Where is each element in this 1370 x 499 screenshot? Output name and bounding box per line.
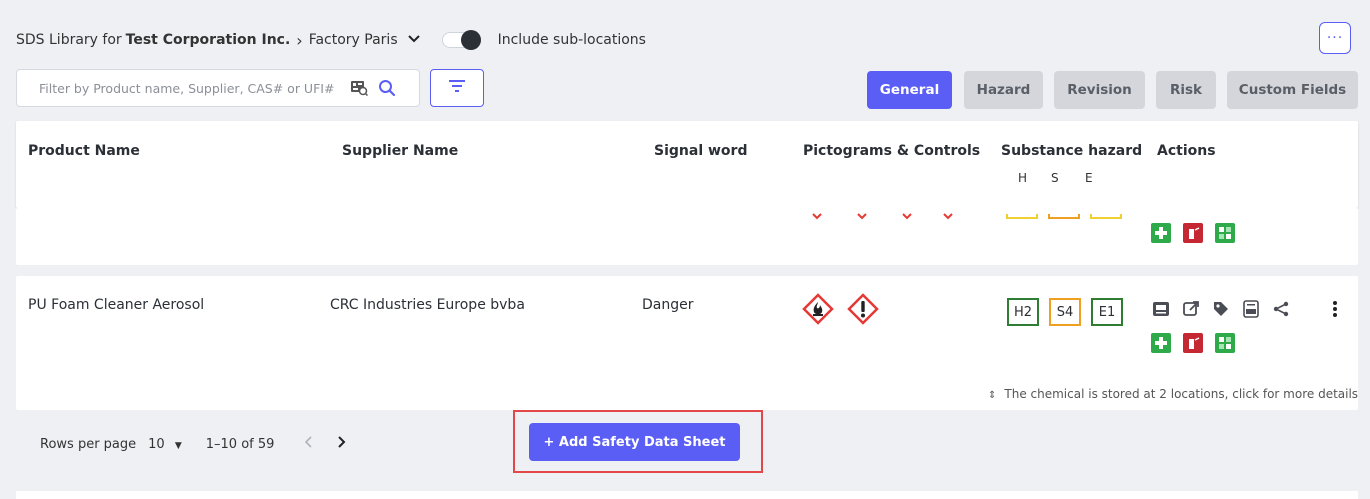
breadcrumb-prefix: SDS Library for [16,32,122,48]
safety-hazard-badge[interactable]: S4 [1049,298,1081,326]
search-input[interactable]: Filter by Product name, Supplier, CAS# o… [16,69,420,107]
tab-revision[interactable]: Revision [1054,71,1145,109]
location-selector[interactable]: Factory Paris [309,32,398,48]
sort-arrows-icon: ⇕ [988,390,997,401]
view-sds-icon[interactable] [1152,300,1170,318]
more-options-button[interactable]: ··· [1319,22,1351,54]
filter-button[interactable] [430,69,484,107]
table-row[interactable] [16,208,1358,265]
breadcrumb-company: Test Corporation Inc. [125,32,291,48]
column-substance-hazard[interactable]: Substance hazard [1001,143,1142,159]
pagination-range: 1–10 of 59 [205,436,275,452]
search-placeholder: Filter by Product name, Supplier, CAS# o… [39,80,335,96]
filter-lines-icon [448,79,466,97]
first-aid-icon[interactable] [1151,223,1171,243]
tab-hazard[interactable]: Hazard [964,71,1043,109]
share-icon[interactable] [1272,300,1290,318]
substance-sub-s: S [1051,171,1059,185]
breadcrumb-separator-icon: › [296,30,303,50]
fire-extinguisher-icon[interactable] [1183,223,1203,243]
next-page-icon[interactable] [336,436,346,452]
stored-locations-text: The chemical is stored at 2 locations, c… [1004,387,1359,401]
add-safety-data-sheet-button[interactable]: + Add Safety Data Sheet [529,423,740,461]
search-icon[interactable] [378,79,396,97]
signal-word-cell: Danger [642,297,694,313]
previous-page-icon[interactable] [304,436,314,452]
hazard-box-top-edges [1006,208,1126,224]
product-name-cell[interactable]: PU Foam Cleaner Aerosol [28,297,204,313]
barcode-scan-icon[interactable] [350,80,369,97]
emergency-exit-icon[interactable] [1215,333,1235,353]
chevron-down-icon[interactable] [407,33,420,48]
exclamation-pictogram-icon [847,293,879,329]
health-hazard-badge[interactable]: H2 [1007,298,1039,326]
tab-custom-fields[interactable]: Custom Fields [1227,71,1358,109]
column-product-name[interactable]: Product Name [28,143,140,159]
include-sub-locations-toggle[interactable] [441,30,481,50]
rows-per-page-label: Rows per page [40,436,137,452]
open-external-icon[interactable] [1182,300,1200,318]
column-actions: Actions [1157,143,1216,159]
stored-locations-link[interactable]: ⇕ The chemical is stored at 2 locations, … [988,387,1358,401]
flammable-pictogram-icon [802,293,834,329]
supplier-name-cell: CRC Industries Europe bvba [330,297,525,313]
environment-hazard-badge[interactable]: E1 [1091,298,1123,326]
substance-sub-e: E [1085,171,1093,185]
kebab-menu-icon[interactable] [1330,300,1340,318]
substance-sub-h: H [1018,171,1028,185]
first-aid-icon[interactable] [1151,333,1171,353]
next-row-peek [16,491,1358,499]
fire-extinguisher-icon[interactable] [1183,333,1203,353]
tag-icon[interactable] [1212,300,1230,318]
column-pictograms-controls[interactable]: Pictograms & Controls [803,143,980,159]
tab-general[interactable]: General [867,71,952,109]
table-header: Product Name Supplier Name Signal word P… [16,121,1358,208]
pagination: Rows per page 10 ▼ 1–10 of 59 [40,436,346,452]
toggle-knob [460,30,481,50]
caret-down-icon: ▼ [174,440,182,451]
table-row[interactable]: PU Foam Cleaner Aerosol CRC Industries E… [16,276,1358,410]
label-print-icon[interactable] [1242,300,1260,318]
column-signal-word[interactable]: Signal word [654,143,747,159]
rows-per-page-value: 10 [148,436,165,452]
chevron-down-icon [812,209,962,225]
emergency-exit-icon[interactable] [1215,223,1235,243]
include-sub-locations-label: Include sub-locations [497,32,646,48]
column-supplier-name[interactable]: Supplier Name [342,143,458,159]
breadcrumb: SDS Library for Test Corporation Inc. › … [16,28,646,52]
rows-per-page-select[interactable]: 10 ▼ [148,437,182,452]
tab-risk[interactable]: Risk [1156,71,1216,109]
